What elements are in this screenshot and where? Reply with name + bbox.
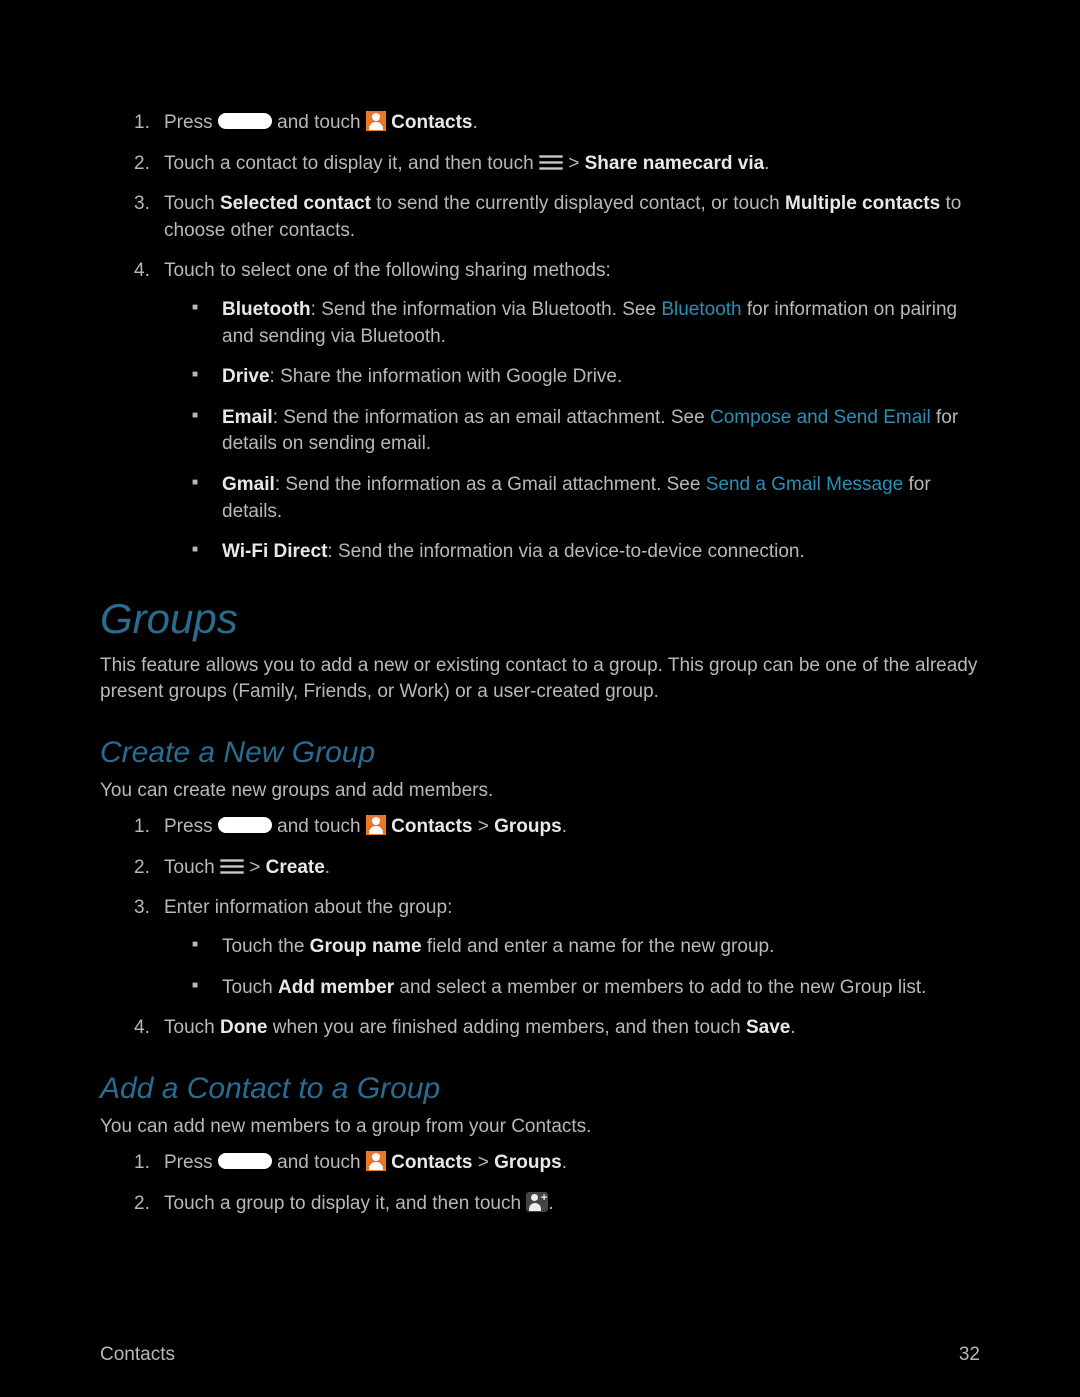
add-person-icon: [526, 1192, 548, 1212]
sharing-methods-list: Bluetooth: Send the information via Blue…: [192, 297, 980, 566]
bullet-addmember: Touch Add member and select a member or …: [192, 975, 980, 1002]
cstep-3: 3. Enter information about the group: To…: [164, 895, 980, 1001]
text: Touch to select one of the following sha…: [164, 260, 611, 281]
astep-2: 2. Touch a group to display it, and then…: [164, 1191, 980, 1218]
text: .: [764, 153, 769, 174]
text: .: [472, 112, 477, 133]
label: Gmail: [222, 474, 275, 495]
label: Bluetooth: [222, 299, 311, 320]
done-label: Done: [220, 1017, 268, 1038]
label: Email: [222, 407, 273, 428]
text: : Send the information as an email attac…: [273, 407, 710, 428]
text: : Share the information with Google Driv…: [270, 366, 623, 387]
method-drive: Drive: Share the information with Google…: [192, 364, 980, 391]
text: and touch: [272, 112, 366, 133]
footer-section: Contacts: [100, 1342, 175, 1369]
text: .: [562, 816, 567, 837]
text: to send the currently displayed contact,…: [371, 193, 785, 214]
text: .: [325, 857, 330, 878]
create-steps: 1. Press and touch Contacts > Groups. 2.…: [164, 814, 980, 1042]
contacts-label: Contacts: [386, 816, 473, 837]
method-email: Email: Send the information as an email …: [192, 405, 980, 458]
method-bluetooth: Bluetooth: Send the information via Blue…: [192, 297, 980, 350]
home-button-icon: [218, 113, 272, 129]
share-namecard-label: Share namecard via: [585, 153, 765, 174]
contacts-label: Contacts: [386, 112, 473, 133]
contacts-icon: [366, 1151, 386, 1171]
groups-label: Groups: [494, 1152, 562, 1173]
multiple-contacts-label: Multiple contacts: [785, 193, 940, 214]
create-group-intro: You can create new groups and add member…: [100, 778, 980, 805]
groups-intro: This feature allows you to add a new or …: [100, 653, 980, 706]
create-bullets: Touch the Group name field and enter a n…: [192, 934, 980, 1001]
text: >: [244, 857, 266, 878]
text: Touch the: [222, 936, 310, 957]
method-gmail: Gmail: Send the information as a Gmail a…: [192, 472, 980, 525]
label: Drive: [222, 366, 270, 387]
label: Wi-Fi Direct: [222, 541, 327, 562]
text: Touch a group to display it, and then to…: [164, 1193, 526, 1214]
text: : Send the information as a Gmail attach…: [275, 474, 706, 495]
step-3: 3. Touch Selected contact to send the cu…: [164, 191, 980, 244]
contacts-label: Contacts: [386, 1152, 473, 1173]
text: Enter information about the group:: [164, 897, 452, 918]
page-footer: Contacts 32: [100, 1342, 980, 1369]
text: when you are finished adding members, an…: [267, 1017, 745, 1038]
text: >: [563, 153, 585, 174]
selected-contact-label: Selected contact: [220, 193, 371, 214]
text: .: [562, 1152, 567, 1173]
text: Touch: [222, 977, 278, 998]
add-contact-intro: You can add new members to a group from …: [100, 1114, 980, 1141]
astep-1: 1. Press and touch Contacts > Groups.: [164, 1150, 980, 1177]
text: Press: [164, 816, 218, 837]
bullet-groupname: Touch the Group name field and enter a n…: [192, 934, 980, 961]
groups-heading: Groups: [100, 590, 980, 649]
bluetooth-link[interactable]: Bluetooth: [661, 299, 741, 320]
add-contact-heading: Add a Contact to a Group: [100, 1068, 980, 1110]
text: field and enter a name for the new group…: [422, 936, 775, 957]
add-steps: 1. Press and touch Contacts > Groups. 2.…: [164, 1150, 980, 1217]
text: : Send the information via a device-to-d…: [327, 541, 804, 562]
groups-label: Groups: [494, 816, 562, 837]
menu-icon: [220, 859, 244, 875]
create-group-heading: Create a New Group: [100, 732, 980, 774]
compose-email-link[interactable]: Compose and Send Email: [710, 407, 931, 428]
text: Touch: [164, 1017, 220, 1038]
page-number: 32: [959, 1342, 980, 1369]
save-label: Save: [746, 1017, 790, 1038]
text: .: [548, 1193, 553, 1214]
method-wifidirect: Wi-Fi Direct: Send the information via a…: [192, 539, 980, 566]
gmail-message-link[interactable]: Send a Gmail Message: [706, 474, 904, 495]
text: and touch: [272, 1152, 366, 1173]
text: >: [472, 816, 494, 837]
text: and select a member or members to add to…: [394, 977, 926, 998]
text: Press: [164, 1152, 218, 1173]
cstep-4: 4. Touch Done when you are finished addi…: [164, 1015, 980, 1042]
menu-icon: [539, 155, 563, 171]
contacts-icon: [366, 111, 386, 131]
cstep-1: 1. Press and touch Contacts > Groups.: [164, 814, 980, 841]
text: >: [472, 1152, 494, 1173]
label: Group name: [310, 936, 422, 957]
step-1: 1. Press and touch Contacts.: [164, 110, 980, 137]
text: : Send the information via Bluetooth. Se…: [311, 299, 662, 320]
text: Touch: [164, 193, 220, 214]
text: Touch a contact to display it, and then …: [164, 153, 539, 174]
share-steps: 1. Press and touch Contacts. 2. Touch a …: [164, 110, 980, 566]
text: .: [790, 1017, 795, 1038]
label: Add member: [278, 977, 394, 998]
text: Touch: [164, 857, 220, 878]
home-button-icon: [218, 817, 272, 833]
create-label: Create: [266, 857, 325, 878]
cstep-2: 2. Touch > Create.: [164, 855, 980, 882]
text: Press: [164, 112, 218, 133]
home-button-icon: [218, 1153, 272, 1169]
step-2: 2. Touch a contact to display it, and th…: [164, 151, 980, 178]
text: and touch: [272, 816, 366, 837]
contacts-icon: [366, 815, 386, 835]
step-4: 4. Touch to select one of the following …: [164, 258, 980, 565]
